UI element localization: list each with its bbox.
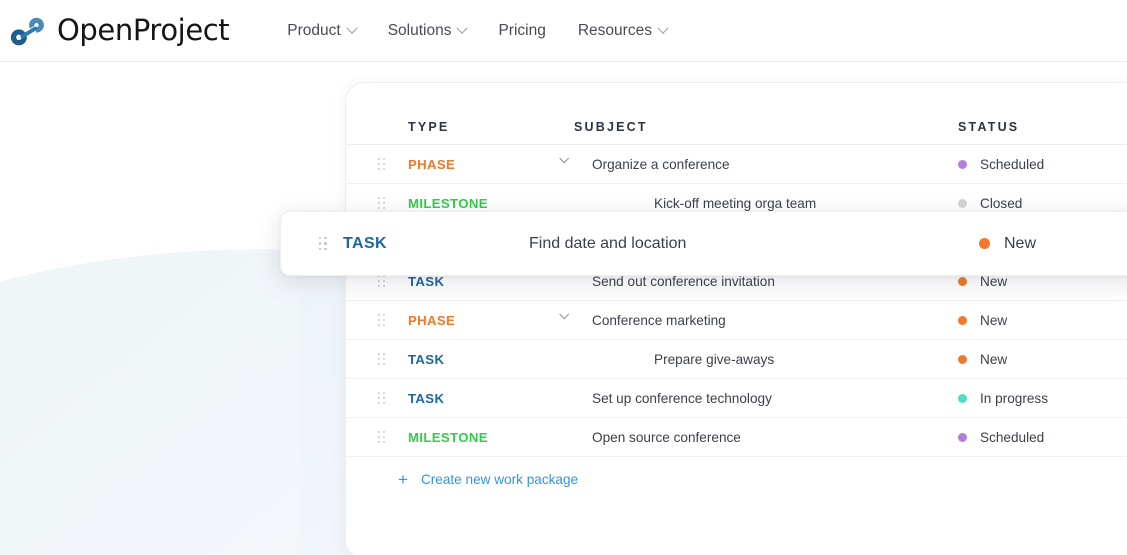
cell-status[interactable]: New: [958, 313, 1127, 328]
drag-handle-dots: [378, 275, 385, 287]
nav-item-pricing[interactable]: Pricing: [482, 16, 561, 46]
subject-text: Kick-off meeting orga team: [574, 196, 816, 211]
subject-text: Conference marketing: [574, 313, 726, 328]
cell-status[interactable]: Scheduled: [958, 430, 1127, 445]
openproject-logo-icon: [8, 14, 48, 48]
cell-type[interactable]: MILESTONE: [408, 196, 574, 211]
status-dot: [979, 238, 990, 249]
chevron-down-icon: [657, 22, 668, 33]
nav-item-label: Resources: [578, 22, 652, 40]
create-work-package-label: Create new work package: [421, 472, 578, 487]
drag-handle-icon[interactable]: [346, 431, 408, 443]
cell-subject[interactable]: Conference marketing: [574, 313, 958, 328]
header-cell-type: TYPE: [408, 120, 574, 134]
cell-type[interactable]: TASK: [408, 391, 574, 406]
status-dot: [958, 160, 967, 169]
cell-type[interactable]: PHASE: [408, 157, 574, 172]
floating-card-status-label: New: [1004, 235, 1036, 253]
create-work-package-button[interactable]: + Create new work package: [346, 457, 1127, 501]
cell-status[interactable]: In progress: [958, 391, 1127, 406]
table-row[interactable]: PHASEConference marketing New: [346, 301, 1127, 340]
header-cell-subject: SUBJECT: [574, 120, 958, 134]
site-header: OpenProject Product Solutions Pricing Re…: [0, 0, 1127, 62]
drag-handle-dots: [319, 237, 327, 251]
cell-status[interactable]: New: [958, 352, 1127, 367]
cell-type[interactable]: TASK: [408, 352, 574, 367]
status-label: In progress: [980, 391, 1048, 406]
brand-name: OpenProject: [57, 16, 229, 45]
cell-subject[interactable]: Kick-off meeting orga team: [574, 196, 958, 211]
floating-card-type: TASK: [343, 235, 529, 253]
status-dot: [958, 277, 967, 286]
status-label: New: [980, 352, 1007, 367]
status-label: Scheduled: [980, 430, 1044, 445]
table-row[interactable]: MILESTONEOpen source conference Scheduled: [346, 418, 1127, 457]
drag-handle-dots: [378, 197, 385, 209]
nav-item-label: Solutions: [388, 22, 452, 40]
table-header-row: TYPE SUBJECT STATUS: [346, 83, 1127, 145]
drag-handle-dots: [378, 158, 385, 170]
cell-status[interactable]: Scheduled: [958, 157, 1127, 172]
subject-text: Open source conference: [574, 430, 741, 445]
drag-handle-icon[interactable]: [346, 158, 408, 170]
subject-text: Set up conference technology: [574, 391, 772, 406]
drag-handle-icon[interactable]: [346, 197, 408, 209]
table-row[interactable]: TASKPrepare give-aways New: [346, 340, 1127, 379]
floating-card-status: New: [979, 235, 1127, 253]
status-dot: [958, 199, 967, 208]
nav-item-label: Pricing: [498, 22, 545, 40]
drag-handle-icon[interactable]: [346, 353, 408, 365]
primary-navigation: Product Solutions Pricing Resources: [271, 16, 683, 46]
status-dot: [958, 394, 967, 403]
cell-type[interactable]: PHASE: [408, 313, 574, 328]
subject-text: Prepare give-aways: [574, 352, 774, 367]
status-dot: [958, 433, 967, 442]
status-label: Closed: [980, 196, 1022, 211]
nav-item-resources[interactable]: Resources: [562, 16, 683, 46]
floating-card-subject: Find date and location: [529, 235, 979, 253]
cell-subject[interactable]: Open source conference: [574, 430, 958, 445]
header-cell-status: STATUS: [958, 120, 1127, 134]
table-row[interactable]: PHASEOrganize a conference Scheduled: [346, 145, 1127, 184]
drag-handle-icon[interactable]: [346, 392, 408, 404]
table-body: PHASEOrganize a conferenceScheduledMILES…: [346, 145, 1127, 457]
drag-handle-icon[interactable]: [346, 314, 408, 326]
drag-handle-dots: [378, 431, 385, 443]
status-label: Scheduled: [980, 157, 1044, 172]
drag-handle-dots: [378, 392, 385, 404]
drag-handle-dots: [378, 314, 385, 326]
cell-subject[interactable]: Organize a conference: [574, 157, 958, 172]
status-dot: [958, 355, 967, 364]
brand-link[interactable]: OpenProject: [8, 14, 229, 48]
table-row[interactable]: TASKSet up conference technology In progr…: [346, 379, 1127, 418]
work-package-table-panel: TYPE SUBJECT STATUS PHASEOrganize a conf…: [345, 82, 1127, 555]
floating-work-package-card[interactable]: TASK Find date and location New: [280, 211, 1127, 276]
chevron-down-icon: [457, 22, 468, 33]
drag-handle-dots: [378, 353, 385, 365]
status-label: New: [980, 313, 1007, 328]
nav-item-label: Product: [287, 22, 340, 40]
cell-status[interactable]: Closed: [958, 196, 1127, 211]
cell-subject[interactable]: Set up conference technology: [574, 391, 958, 406]
drag-handle-icon[interactable]: [346, 275, 408, 287]
cell-type[interactable]: MILESTONE: [408, 430, 574, 445]
cell-subject[interactable]: Prepare give-aways: [574, 352, 958, 367]
chevron-down-icon: [346, 22, 357, 33]
subject-text: Organize a conference: [574, 157, 730, 172]
drag-handle-icon[interactable]: [281, 237, 343, 251]
status-dot: [958, 316, 967, 325]
nav-item-solutions[interactable]: Solutions: [372, 16, 483, 46]
nav-item-product[interactable]: Product: [271, 16, 371, 46]
page-root: OpenProject Product Solutions Pricing Re…: [0, 0, 1127, 555]
plus-icon: +: [398, 471, 408, 488]
